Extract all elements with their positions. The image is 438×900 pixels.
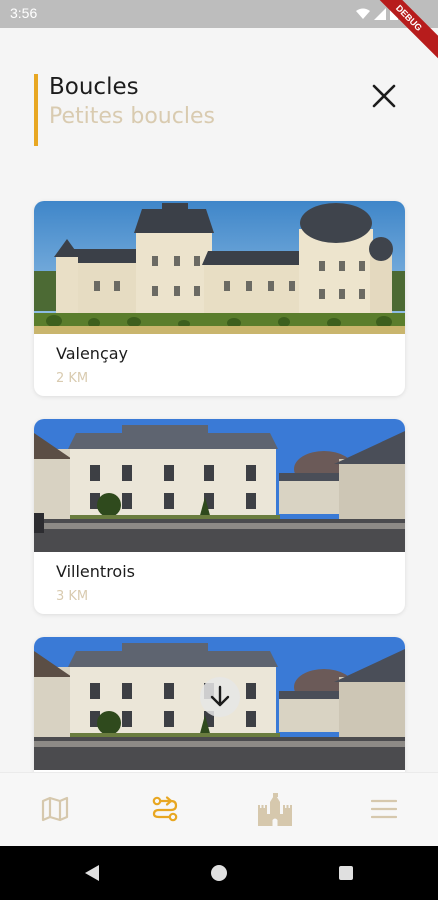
loop-card-title: Villentrois xyxy=(56,562,135,581)
loop-card-valencay[interactable]: Valençay 2 KM xyxy=(34,201,405,396)
loop-card-distance: 3 KM xyxy=(56,589,89,604)
nav-item-map[interactable] xyxy=(35,791,75,827)
page-subtitle: Petites boucles xyxy=(49,104,215,129)
accent-bar xyxy=(34,74,38,146)
loop-card-image xyxy=(34,201,405,334)
recents-icon[interactable] xyxy=(336,863,356,883)
home-icon[interactable] xyxy=(209,863,229,883)
close-button[interactable] xyxy=(368,80,400,112)
page-header: Boucles Petites boucles xyxy=(34,74,414,146)
map-icon xyxy=(41,796,69,822)
castle-icon xyxy=(258,793,292,826)
close-icon xyxy=(372,84,396,108)
loop-card-title: Valençay xyxy=(56,344,129,363)
download-button[interactable] xyxy=(200,677,240,717)
page-title: Boucles xyxy=(49,74,139,100)
wifi-icon xyxy=(356,8,370,19)
signal-icon xyxy=(374,7,386,20)
status-time: 3:56 xyxy=(10,5,38,21)
download-arrow-icon xyxy=(210,685,230,707)
loop-card-distance: 2 KM xyxy=(56,371,89,386)
nav-item-menu[interactable] xyxy=(364,791,404,827)
loop-card-image xyxy=(34,637,405,770)
back-icon[interactable] xyxy=(82,863,102,883)
loop-card-image xyxy=(34,419,405,552)
route-icon xyxy=(152,796,178,822)
nav-item-routes[interactable] xyxy=(145,791,185,827)
android-nav-bar xyxy=(0,846,438,900)
menu-icon xyxy=(371,799,397,819)
loop-card-villentrois[interactable]: Villentrois 3 KM xyxy=(34,419,405,614)
status-bar: 3:56 DEBUG xyxy=(0,0,438,63)
nav-item-castles[interactable] xyxy=(255,791,295,827)
bottom-nav xyxy=(0,772,438,846)
